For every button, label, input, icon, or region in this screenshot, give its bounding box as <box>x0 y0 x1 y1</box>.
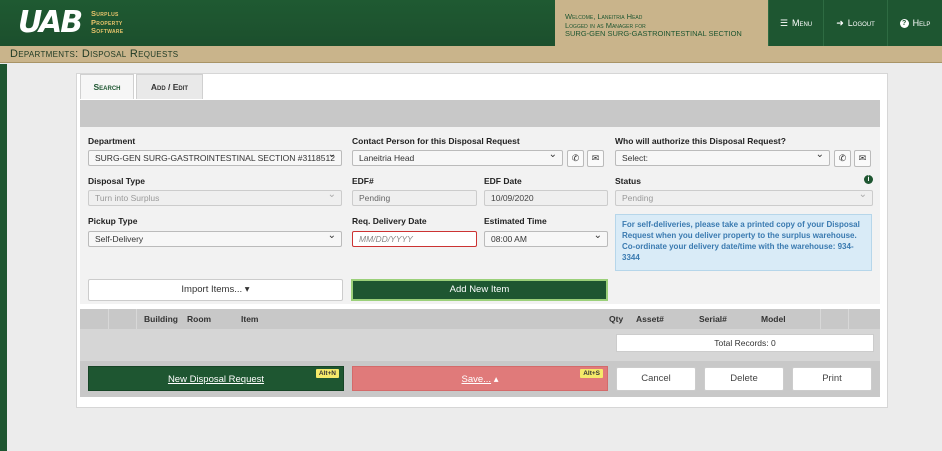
logo-text: Surplus Property Software <box>91 9 124 36</box>
logo[interactable]: UAB Surplus Property Software <box>0 0 555 46</box>
print-button[interactable]: Print <box>792 367 872 391</box>
pickup-type-label: Pickup Type <box>88 216 138 226</box>
tab-bar: Search Add / Edit <box>80 74 205 100</box>
estimated-time-select[interactable]: 08:00 AM <box>484 231 608 247</box>
department-select[interactable]: SURG-GEN SURG-GASTROINTESTINAL SECTION #… <box>88 150 342 166</box>
col-qty[interactable]: Qty <box>609 314 623 324</box>
authorize-phone-button[interactable]: ✆ <box>834 150 851 167</box>
question-circle-icon: ? <box>899 18 909 28</box>
phone-icon: ✆ <box>571 153 580 163</box>
col-model[interactable]: Model <box>761 314 786 324</box>
col-building[interactable]: Building <box>144 314 178 324</box>
col-item[interactable]: Item <box>241 314 258 324</box>
import-items-button[interactable]: Import Items... ▾ <box>88 279 343 301</box>
authorize-email-button[interactable]: ✉ <box>854 150 871 167</box>
hamburger-icon: ☰ <box>779 17 788 28</box>
pickup-type-select[interactable]: Self-Delivery <box>88 231 342 247</box>
uab-logo-mark: UAB <box>18 5 83 40</box>
items-table-header: Building Room Item Qty Asset# Serial# Mo… <box>80 309 880 329</box>
req-delivery-date-label: Req. Delivery Date <box>352 216 427 226</box>
logout-button[interactable]: ➜ Logout <box>823 0 887 46</box>
estimated-time-label: Estimated Time <box>484 216 547 226</box>
form-header-band <box>80 100 880 127</box>
self-delivery-notice: For self-deliveries, please take a print… <box>615 214 872 271</box>
new-disposal-request-button[interactable]: New Disposal Request Alt+N <box>88 366 344 391</box>
envelope-icon: ✉ <box>858 153 867 163</box>
envelope-icon: ✉ <box>591 153 600 163</box>
top-header: UAB Surplus Property Software Welcome, L… <box>0 0 942 46</box>
contact-person-label: Contact Person for this Disposal Request <box>352 136 520 146</box>
edf-date-label: EDF Date <box>484 176 522 186</box>
edf-number-field[interactable]: Pending <box>352 190 477 206</box>
help-button[interactable]: ? Help <box>887 0 942 46</box>
save-button[interactable]: Save... ▴ Alt+S <box>352 366 608 391</box>
disposal-type-select[interactable]: Turn into Surplus <box>88 190 342 206</box>
authorize-select[interactable]: Select: <box>615 150 830 166</box>
contact-person-select[interactable]: Laneitria Head <box>352 150 563 166</box>
menu-button[interactable]: ☰ Menu <box>768 0 823 46</box>
tab-add-edit[interactable]: Add / Edit <box>136 74 203 99</box>
phone-icon: ✆ <box>838 153 847 163</box>
req-delivery-date-input[interactable]: MM/DD/YYYY <box>352 231 477 247</box>
authorize-label: Who will authorize this Disposal Request… <box>615 136 786 146</box>
status-select[interactable]: Pending <box>615 190 873 206</box>
contact-email-button[interactable]: ✉ <box>587 150 604 167</box>
total-records: Total Records: 0 <box>616 334 874 352</box>
edf-number-label: EDF# <box>352 176 374 186</box>
caret-up-icon: ▴ <box>493 374 499 385</box>
col-asset[interactable]: Asset# <box>636 314 664 324</box>
edf-date-field[interactable]: 10/09/2020 <box>484 190 608 206</box>
hotkey-badge: Alt+S <box>580 369 603 378</box>
tab-search[interactable]: Search <box>80 74 134 99</box>
col-room[interactable]: Room <box>187 314 211 324</box>
sign-out-icon: ➜ <box>836 17 844 28</box>
cancel-button[interactable]: Cancel <box>616 367 696 391</box>
status-label: Status <box>615 176 641 186</box>
add-new-item-button[interactable]: Add New Item <box>351 279 608 301</box>
col-serial[interactable]: Serial# <box>699 314 727 324</box>
department-label: Department <box>88 136 136 146</box>
disposal-type-label: Disposal Type <box>88 176 145 186</box>
hotkey-badge: Alt+N <box>315 369 339 378</box>
page-title: Departments: Disposal Requests <box>0 46 942 63</box>
caret-down-icon: ▾ <box>244 284 250 295</box>
contact-phone-button[interactable]: ✆ <box>567 150 584 167</box>
welcome-info: Welcome, Laneitria Head Logged in as Man… <box>555 0 768 46</box>
info-icon[interactable]: i <box>864 175 873 184</box>
delete-button[interactable]: Delete <box>704 367 784 391</box>
